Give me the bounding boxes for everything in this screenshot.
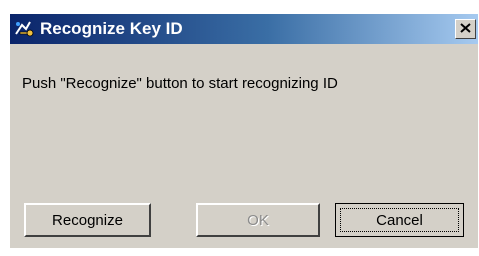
key-id-icon [14, 19, 36, 39]
title-bar[interactable]: Recognize Key ID [10, 14, 478, 44]
window-title: Recognize Key ID [40, 19, 183, 38]
cancel-button-label: Cancel [340, 208, 459, 232]
recognize-button[interactable]: Recognize [24, 203, 151, 237]
instruction-text: Push "Recognize" button to start recogni… [22, 75, 338, 92]
close-icon [460, 20, 471, 38]
recognize-key-id-dialog: Recognize Key ID Push "Recognize" button… [10, 14, 478, 248]
close-button[interactable] [455, 19, 476, 39]
ok-button: OK [196, 203, 320, 237]
cancel-button[interactable]: Cancel [335, 203, 464, 237]
